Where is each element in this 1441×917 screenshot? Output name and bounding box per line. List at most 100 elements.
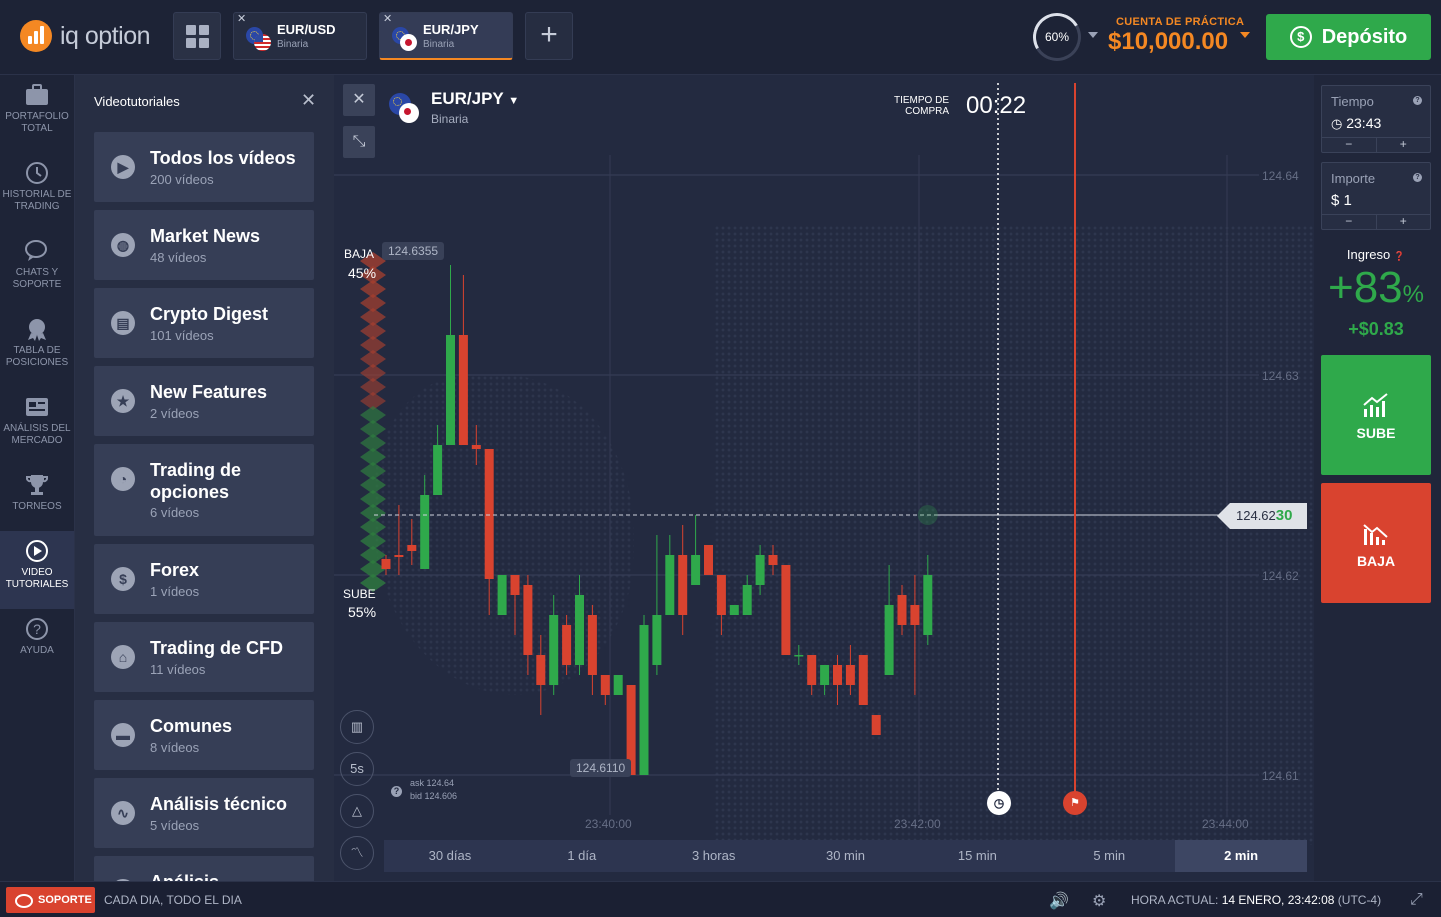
- decrease-button[interactable]: −: [1322, 215, 1377, 229]
- chevron-down-icon[interactable]: [1240, 32, 1250, 43]
- dollar-icon: $: [111, 567, 135, 591]
- x-tick: 23:40:00: [585, 817, 632, 831]
- decrease-button[interactable]: −: [1322, 138, 1377, 152]
- close-tab-icon[interactable]: ✕: [383, 12, 392, 25]
- support-button[interactable]: SOPORTE: [6, 887, 95, 913]
- candle-body: [446, 335, 455, 445]
- expiry-time-value: ◷ 23:43: [1331, 115, 1382, 131]
- video-category-card[interactable]: ◍ Market News 48 vídeos: [94, 210, 314, 280]
- call-label: SUBE: [1356, 425, 1396, 441]
- play-icon: ▶: [111, 155, 135, 179]
- chart-type-icon[interactable]: ▥: [340, 710, 374, 744]
- put-button[interactable]: BAJA: [1321, 483, 1431, 603]
- video-category-card[interactable]: ⌂ Trading de CFD 11 vídeos: [94, 622, 314, 692]
- account-label[interactable]: CUENTA DE PRÁCTICA: [1116, 16, 1244, 28]
- video-category-count: 6 vídeos: [150, 505, 200, 520]
- candle-body: [704, 545, 713, 575]
- video-category-card[interactable]: $ Forex 1 vídeos: [94, 544, 314, 614]
- folder-icon: ▬: [111, 723, 135, 747]
- nav-label: VIDEO TUTORIALES: [5, 567, 69, 590]
- drawing-tools-icon[interactable]: △: [340, 794, 374, 828]
- nav-market-analysis[interactable]: ANÁLISIS DEL MERCADO: [0, 387, 74, 465]
- candle-body: [807, 655, 817, 685]
- dollar-refresh-icon: $: [1289, 26, 1312, 48]
- timeframe-30m[interactable]: 30 min: [780, 840, 912, 872]
- amount-input[interactable]: $ 1: [1331, 192, 1352, 209]
- account-balance[interactable]: $10,000.00: [1108, 28, 1228, 56]
- asset-grid-button[interactable]: [173, 12, 221, 60]
- candle-body: [523, 585, 533, 655]
- fullscreen-icon[interactable]: ⤢: [1410, 891, 1423, 909]
- candle-body: [639, 625, 649, 775]
- close-tab-icon[interactable]: ✕: [237, 12, 246, 25]
- star-icon: ★: [111, 389, 135, 413]
- nav-video-tutorials[interactable]: VIDEO TUTORIALES: [0, 531, 74, 609]
- candle-body: [458, 335, 468, 445]
- info-icon[interactable]: ?: [391, 786, 402, 797]
- call-button[interactable]: SUBE: [1321, 355, 1431, 475]
- interval-button[interactable]: 5s: [340, 752, 374, 786]
- asset-tab-eurjpy[interactable]: ✕ EUR/JPY Binaria: [379, 12, 513, 60]
- chevron-down-icon: ▼: [508, 95, 520, 107]
- chat-icon: [24, 239, 50, 263]
- help-icon: ?: [24, 617, 50, 641]
- nav-leaderboard[interactable]: TABLA DE POSICIONES: [0, 309, 74, 387]
- timeframe-30d[interactable]: 30 días: [384, 840, 516, 872]
- candle-body: [794, 655, 804, 657]
- bank-icon: ⌂: [111, 645, 135, 669]
- candle-body: [562, 625, 572, 665]
- video-category-count: 101 vídeos: [150, 328, 214, 343]
- video-category-card[interactable]: ▶ Todos los vídeos 200 vídeos: [94, 132, 314, 202]
- close-icon[interactable]: ✕: [301, 90, 316, 111]
- nav-chats[interactable]: CHATS Y SOPORTE: [0, 231, 74, 309]
- deposit-button[interactable]: $ Depósito: [1266, 14, 1431, 60]
- asset-tab-eurusd[interactable]: ✕ EUR/USD Binaria: [233, 12, 367, 60]
- candle-body: [858, 655, 868, 705]
- nav-label: HISTORIAL DE TRADING: [2, 189, 72, 212]
- nav-help[interactable]: ? AYUDA: [0, 609, 74, 687]
- candle-body: [420, 495, 430, 569]
- video-category-card[interactable]: ▬ Comunes 8 vídeos: [94, 700, 314, 770]
- increase-button[interactable]: +: [1377, 215, 1431, 229]
- timeframe-5m[interactable]: 5 min: [1043, 840, 1175, 872]
- close-chart-button[interactable]: ✕: [343, 84, 375, 116]
- nav-portfolio[interactable]: PORTAFOLIO TOTAL: [0, 75, 74, 153]
- x-tick: 23:42:00: [894, 817, 941, 831]
- video-category-card[interactable]: ∿ Análisis técnico 5 vídeos: [94, 778, 314, 848]
- timeframe-15m[interactable]: 15 min: [911, 840, 1043, 872]
- level-percent[interactable]: 60%: [1033, 13, 1081, 61]
- help-icon[interactable]: ?: [1413, 96, 1422, 105]
- y-tick: 124.64: [1262, 169, 1299, 183]
- eu-jp-flag-icon: [392, 27, 418, 51]
- increase-button[interactable]: +: [1377, 138, 1431, 152]
- video-category-count: 2 vídeos: [150, 406, 200, 421]
- trophy-icon: [24, 473, 50, 497]
- logo[interactable]: iq option: [20, 20, 151, 52]
- gear-icon[interactable]: ⚙: [1092, 891, 1106, 911]
- video-category-card[interactable]: ∿Análisis: [94, 856, 314, 881]
- candle-body: [755, 555, 765, 585]
- candle-body: [820, 665, 830, 685]
- volume-icon[interactable]: 🔊: [1049, 891, 1069, 911]
- field-label: Tiempo: [1331, 94, 1374, 109]
- video-category-card[interactable]: ◔ Trading de opciones 6 vídeos: [94, 444, 314, 536]
- collapse-icon[interactable]: ⤡: [343, 126, 375, 158]
- candle-body: [600, 675, 610, 695]
- indicators-icon[interactable]: 〽: [340, 836, 374, 870]
- timeframe-1d[interactable]: 1 día: [516, 840, 648, 872]
- video-category-title: Trading de opciones: [150, 460, 242, 502]
- timeframe-3h[interactable]: 3 horas: [648, 840, 780, 872]
- video-tutorials-panel: Videotutoriales ✕ ▶ Todos los vídeos 200 v…: [75, 75, 334, 881]
- video-category-card[interactable]: ▤ Crypto Digest 101 vídeos: [94, 288, 314, 358]
- add-asset-button[interactable]: +: [525, 12, 573, 60]
- timeframe-2m[interactable]: 2 min: [1175, 840, 1308, 872]
- chart-area[interactable]: ✕ ⤡ EUR/JPY ▼ Binaria TIEMPO DE COMPRA 00…: [334, 75, 1314, 881]
- video-category-card[interactable]: ★ New Features 2 vídeos: [94, 366, 314, 436]
- expiry-time-field[interactable]: Tiempo ? ◷ 23:43 − +: [1321, 85, 1431, 153]
- amount-field[interactable]: Importe ? $ 1 − +: [1321, 162, 1431, 230]
- footer: SOPORTE CADA DIA, TODO EL DIA 🔊 ⚙ HORA A…: [0, 881, 1441, 917]
- nav-history[interactable]: HISTORIAL DE TRADING: [0, 153, 74, 231]
- help-icon[interactable]: ?: [1413, 173, 1422, 182]
- chevron-down-icon[interactable]: [1088, 32, 1098, 43]
- video-category-title: New Features: [150, 382, 268, 402]
